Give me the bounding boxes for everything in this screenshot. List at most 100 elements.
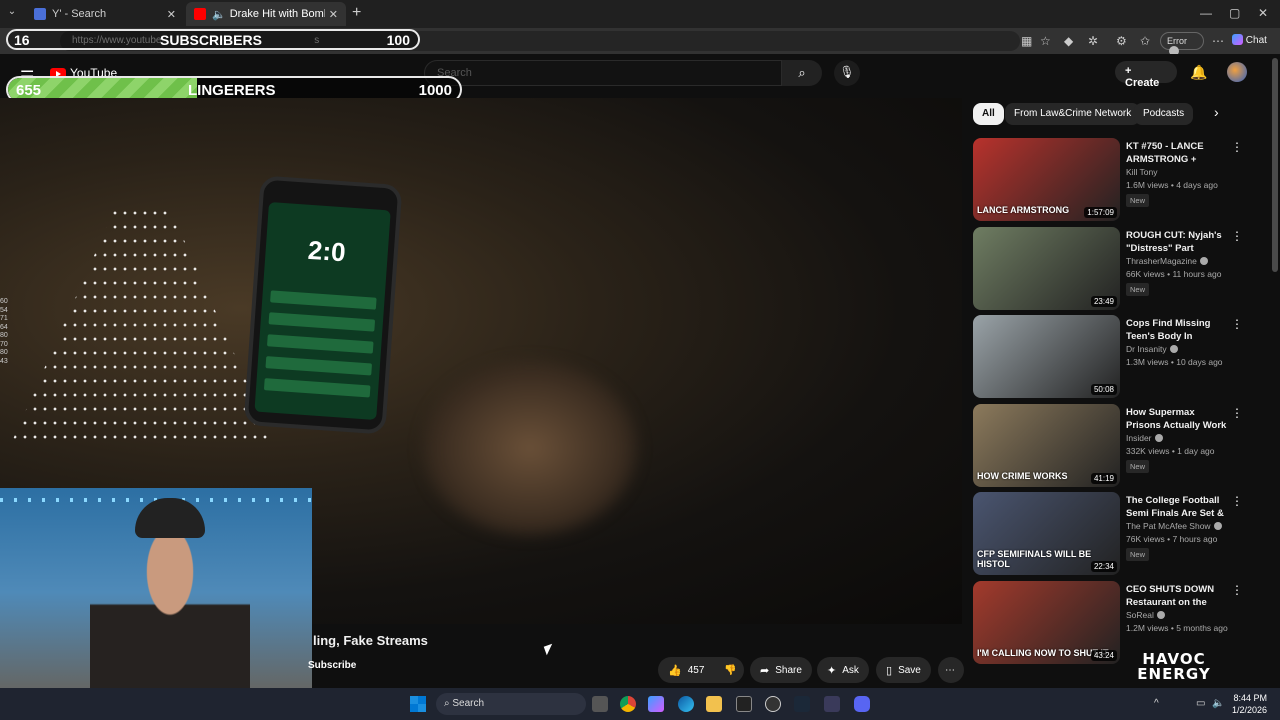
- copilot-chat-button[interactable]: Chat: [1232, 34, 1267, 46]
- more-vertical-icon[interactable]: ⋮: [1231, 406, 1243, 420]
- page-scrollbar[interactable]: [1270, 54, 1280, 688]
- more-actions-button[interactable]: ⋯: [938, 657, 964, 683]
- video-thumbnail[interactable]: 23:49: [973, 226, 1120, 310]
- voice-search-button[interactable]: 🎙: [834, 60, 860, 86]
- chrome-icon[interactable]: [620, 696, 636, 712]
- ask-button[interactable]: ✦ Ask: [817, 657, 869, 683]
- recommended-video[interactable]: 23:49 ROUGH CUT: Nyjah's "Distress" Part T…: [973, 226, 1255, 311]
- more-vertical-icon[interactable]: ⋮: [1231, 494, 1243, 508]
- like-count: 457: [687, 664, 705, 676]
- copilot-app-icon[interactable]: [648, 696, 664, 712]
- windows-start-icon[interactable]: [410, 696, 426, 712]
- chip-all[interactable]: All: [973, 103, 1004, 125]
- file-explorer-icon[interactable]: [706, 696, 722, 712]
- like-button[interactable]: 👍 457: [658, 657, 714, 683]
- app-icon[interactable]: [824, 696, 840, 712]
- channel-name[interactable]: The Pat McAfee Show: [1126, 521, 1222, 531]
- tab-search[interactable]: Y' - Search ✕: [26, 2, 184, 26]
- mouse-cursor-icon: [543, 643, 556, 656]
- video-thumbnail[interactable]: HOW CRIME WORKS 41:19: [973, 403, 1120, 487]
- recommended-video[interactable]: LANCE ARMSTRONG 1:57:09 KT #750 - LANCE AR…: [973, 138, 1255, 222]
- streamer-webcam: [0, 488, 312, 720]
- tab-video[interactable]: 🔈 Drake Hit with Bombshell Law ✕: [186, 2, 346, 26]
- scrollbar-thumb[interactable]: [1272, 58, 1278, 272]
- tab-list-icon[interactable]: ⌄: [4, 6, 20, 22]
- create-label: Create: [1125, 77, 1160, 89]
- network-icon[interactable]: ▭: [1196, 698, 1205, 709]
- search-button[interactable]: ⌕: [782, 60, 822, 86]
- favorite-star-icon[interactable]: ☆: [1040, 34, 1051, 48]
- channel-name[interactable]: Kill Tony: [1126, 167, 1158, 177]
- video-title-link[interactable]: Cops Find Missing Teen's Body In Soldier…: [1126, 317, 1230, 343]
- share-button[interactable]: ➦ Share: [750, 657, 812, 683]
- task-view-icon[interactable]: [592, 696, 608, 712]
- close-tab-icon[interactable]: ✕: [329, 8, 338, 21]
- taskbar-time: 8:44 PM: [1233, 693, 1268, 703]
- video-title-link[interactable]: CEO SHUTS DOWN Restaurant on the Spo...: [1126, 583, 1230, 609]
- taskbar-clock[interactable]: 8:44 PM 1/2/2026: [1232, 692, 1267, 716]
- video-meta: 76K views • 7 hours ago: [1126, 534, 1218, 544]
- video-thumbnail[interactable]: I'M CALLING NOW TO SHUT IT 43:24: [973, 580, 1120, 664]
- chip-next-icon[interactable]: ›: [1214, 104, 1219, 120]
- video-title-link[interactable]: The College Football Semi Finals Are Set…: [1126, 494, 1230, 520]
- share-icon: ➦: [760, 664, 770, 677]
- new-tab-icon[interactable]: +: [352, 4, 361, 22]
- obs-icon[interactable]: [765, 696, 781, 712]
- verified-icon: [1169, 345, 1178, 353]
- video-title-link[interactable]: How Supermax Prisons Actually Work | How…: [1126, 406, 1230, 432]
- close-window-icon[interactable]: ✕: [1258, 6, 1268, 20]
- create-button[interactable]: + Create: [1115, 61, 1177, 89]
- recommended-video[interactable]: HOW CRIME WORKS 41:19 How Supermax Prisons…: [973, 403, 1255, 488]
- channel-name[interactable]: Insider: [1126, 433, 1163, 443]
- extension-puzzle-icon[interactable]: ✲: [1088, 34, 1098, 48]
- maximize-icon[interactable]: ▢: [1229, 6, 1240, 20]
- video-title-link[interactable]: ROUGH CUT: Nyjah's "Distress" Part: [1126, 229, 1230, 255]
- tab-label: Drake Hit with Bombshell Law: [229, 8, 325, 20]
- scale-label: 54: [0, 306, 8, 314]
- more-options-icon[interactable]: ⋯: [1212, 34, 1224, 48]
- phone-score: 2:0: [306, 234, 347, 268]
- chat-label: Chat: [1245, 35, 1267, 46]
- close-tab-icon[interactable]: ✕: [167, 8, 176, 21]
- search-input[interactable]: Search: [424, 60, 782, 86]
- channel-name[interactable]: Dr Insanity: [1126, 344, 1178, 354]
- split-screen-icon[interactable]: ▦: [1021, 34, 1032, 48]
- save-label: Save: [898, 664, 921, 676]
- favorites-icon[interactable]: ✩: [1140, 34, 1150, 48]
- extension-icon[interactable]: ⚙: [1116, 34, 1127, 48]
- channel-name[interactable]: ThrasherMagazine: [1126, 256, 1208, 266]
- chip-podcasts[interactable]: Podcasts: [1134, 103, 1194, 125]
- recommended-video[interactable]: CFP SEMIFINALS WILL BE HISTOL 22:34 The Co…: [973, 492, 1255, 576]
- extension-diamond-icon[interactable]: ◆: [1064, 34, 1073, 48]
- save-button[interactable]: ▯ Save: [876, 657, 931, 683]
- video-thumbnail[interactable]: LANCE ARMSTRONG 1:57:09: [973, 138, 1120, 221]
- taskbar-search[interactable]: ⌕ Search: [436, 693, 586, 715]
- more-vertical-icon[interactable]: ⋮: [1231, 317, 1243, 331]
- scale-label: 80: [0, 349, 8, 356]
- tray-chevron-icon[interactable]: ^: [1154, 698, 1159, 709]
- video-thumbnail[interactable]: 50:08: [973, 315, 1120, 398]
- minimize-icon[interactable]: —: [1200, 6, 1212, 20]
- video-title-link[interactable]: KT #750 - LANCE ARMSTRONG + MATT...: [1126, 140, 1230, 166]
- steam-icon[interactable]: [794, 696, 810, 712]
- speaker-icon[interactable]: 🔈: [212, 8, 226, 21]
- video-thumbnail[interactable]: CFP SEMIFINALS WILL BE HISTOL 22:34: [973, 492, 1120, 575]
- app-icon[interactable]: [736, 696, 752, 712]
- edge-icon[interactable]: [678, 696, 694, 712]
- more-vertical-icon[interactable]: ⋮: [1231, 229, 1243, 243]
- recommended-video[interactable]: 50:08 Cops Find Missing Teen's Body In So…: [973, 315, 1255, 399]
- video-meta: 1.3M views • 10 days ago: [1126, 357, 1223, 367]
- discord-icon[interactable]: [854, 696, 870, 712]
- notifications-bell-icon[interactable]: 🔔: [1190, 64, 1207, 81]
- dot-matrix-overlay: [10, 206, 275, 446]
- volume-icon[interactable]: 🔈: [1212, 698, 1224, 709]
- account-avatar[interactable]: [1227, 62, 1247, 82]
- lingerers-goal: 1000: [418, 82, 452, 99]
- profile-error-button[interactable]: Error: [1160, 32, 1204, 56]
- subscribe-button[interactable]: Subscribe: [308, 660, 356, 671]
- more-vertical-icon[interactable]: ⋮: [1231, 140, 1243, 154]
- chip-law-crime[interactable]: From Law&Crime Network: [1005, 103, 1141, 125]
- more-vertical-icon[interactable]: ⋮: [1231, 583, 1243, 597]
- dislike-button[interactable]: 👎: [714, 657, 744, 683]
- channel-name[interactable]: SoReal: [1126, 610, 1165, 620]
